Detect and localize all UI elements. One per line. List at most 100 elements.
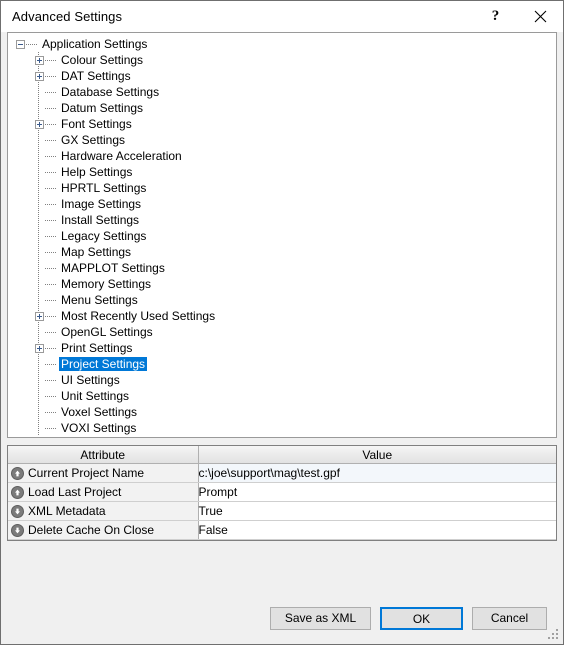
tree-item-label: Project Settings: [59, 357, 148, 371]
title-bar-buttons: ?: [473, 1, 563, 32]
tree-item[interactable]: MAPPLOT Settings: [8, 260, 556, 276]
attribute-cell[interactable]: Current Project Name: [8, 463, 199, 483]
tree-item[interactable]: UI Settings: [8, 372, 556, 388]
table-row[interactable]: XML Metadata True: [8, 501, 556, 521]
attribute-cell[interactable]: XML Metadata: [8, 501, 199, 521]
tree-item[interactable]: Legacy Settings: [8, 228, 556, 244]
tree-connector-line: [45, 91, 57, 93]
tree-connector-line: [45, 427, 57, 429]
attribute-table-panel[interactable]: Attribute Value Current Project Name c:\j…: [7, 445, 557, 541]
tree-item[interactable]: Application Settings: [8, 36, 556, 52]
expand-plus-icon[interactable]: [35, 55, 44, 65]
tree-connector-line: [45, 347, 57, 349]
tree-connector-line: [45, 331, 57, 333]
tree-connector-line: [45, 267, 57, 269]
tree-connector-line: [45, 411, 57, 413]
tree-item-label: MAPPLOT Settings: [61, 261, 165, 275]
tree-item[interactable]: Voxel Settings: [8, 404, 556, 420]
column-header-value[interactable]: Value: [198, 446, 556, 464]
tree-item[interactable]: Datum Settings: [8, 100, 556, 116]
tree-item[interactable]: Hardware Acceleration: [8, 148, 556, 164]
resize-grip-icon[interactable]: [548, 629, 560, 641]
tree-item[interactable]: GX Settings: [8, 132, 556, 148]
tree-item[interactable]: Image Settings: [8, 196, 556, 212]
tree-item-label: Print Settings: [61, 341, 133, 355]
cancel-button[interactable]: Cancel: [472, 606, 547, 630]
table-row[interactable]: Load Last Project Prompt: [8, 482, 556, 502]
attribute-cell-content: Load Last Project: [8, 483, 198, 501]
expand-plus-icon[interactable]: [35, 119, 44, 129]
tree-item[interactable]: Project Settings: [8, 356, 556, 372]
tree-item[interactable]: HPRTL Settings: [8, 180, 556, 196]
tree-item[interactable]: Most Recently Used Settings: [8, 308, 556, 324]
window-title: Advanced Settings: [12, 9, 123, 24]
tree-item-label: Memory Settings: [61, 277, 152, 291]
tree-item-label: Datum Settings: [61, 101, 144, 115]
table-row[interactable]: Current Project Name c:\joe\support\mag\t…: [8, 463, 556, 483]
tree-item-label: Voxel Settings: [61, 405, 138, 419]
up-arrow-badge-icon: [11, 466, 24, 480]
tree-item-label: Help Settings: [61, 165, 133, 179]
tree-item-label: Font Settings: [61, 117, 132, 131]
tree-item[interactable]: Colour Settings: [8, 52, 556, 68]
tree-item[interactable]: Memory Settings: [8, 276, 556, 292]
tree-item[interactable]: Menu Settings: [8, 292, 556, 308]
attribute-cell[interactable]: Delete Cache On Close: [8, 520, 199, 540]
tree-item[interactable]: Font Settings: [8, 116, 556, 132]
tree-item-label: Unit Settings: [61, 389, 130, 403]
expand-plus-icon[interactable]: [35, 343, 44, 353]
tree-connector-line: [45, 123, 57, 125]
value-cell[interactable]: c:\joe\support\mag\test.gpf: [198, 463, 556, 483]
value-cell[interactable]: Prompt: [198, 482, 556, 502]
attribute-cell-content: Current Project Name: [8, 464, 198, 482]
tree-item-label: HPRTL Settings: [61, 181, 147, 195]
down-arrow-badge-icon: [11, 523, 24, 537]
close-button[interactable]: [518, 1, 563, 32]
tree-connector-line: [45, 75, 57, 77]
tree-item[interactable]: Map Settings: [8, 244, 556, 260]
title-bar: Advanced Settings ?: [1, 1, 563, 32]
tree-item-label: Colour Settings: [61, 53, 144, 67]
attribute-label: Load Last Project: [28, 485, 122, 499]
tree-connector-line: [45, 107, 57, 109]
tree-connector-line: [45, 203, 57, 205]
tree-connector-line: [45, 395, 57, 397]
tree-connector-line: [45, 219, 57, 221]
tree-connector-line: [45, 139, 57, 141]
ok-button[interactable]: OK: [380, 606, 463, 630]
value-cell[interactable]: False: [198, 520, 556, 540]
tree-item[interactable]: Unit Settings: [8, 388, 556, 404]
tree-connector-line: [45, 315, 57, 317]
tree-item[interactable]: Print Settings: [8, 340, 556, 356]
tree-item[interactable]: OpenGL Settings: [8, 324, 556, 340]
tree-item-label: GX Settings: [61, 133, 126, 147]
column-header-attribute[interactable]: Attribute: [8, 446, 199, 464]
table-header-row: Attribute Value: [8, 446, 556, 464]
tree-item[interactable]: DAT Settings: [8, 68, 556, 84]
question-mark-icon: ?: [491, 8, 500, 24]
tree-connector-line: [45, 299, 57, 301]
save-as-xml-button[interactable]: Save as XML: [270, 606, 371, 630]
tree-item[interactable]: Database Settings: [8, 84, 556, 100]
tree-connector-line: [45, 235, 57, 237]
attribute-cell-content: Delete Cache On Close: [8, 521, 198, 539]
tree-connector-line: [45, 187, 57, 189]
collapse-minus-icon[interactable]: [16, 39, 25, 49]
help-button[interactable]: ?: [473, 1, 518, 32]
value-cell[interactable]: True: [198, 501, 556, 521]
tree-item-label: Database Settings: [61, 85, 160, 99]
tree-item[interactable]: Help Settings: [8, 164, 556, 180]
expand-plus-icon[interactable]: [35, 71, 44, 81]
tree-item[interactable]: Install Settings: [8, 212, 556, 228]
tree-item[interactable]: VOXI Settings: [8, 420, 556, 436]
tree-item-label: Map Settings: [61, 245, 132, 259]
expand-plus-icon[interactable]: [35, 311, 44, 321]
settings-tree-panel[interactable]: Application Settings Colour Settings DAT S…: [7, 32, 557, 438]
attribute-cell[interactable]: Load Last Project: [8, 482, 199, 502]
tree-connector-line: [45, 283, 57, 285]
tree-item-label: Legacy Settings: [61, 229, 147, 243]
tree-item-label: Menu Settings: [61, 293, 138, 307]
table-row[interactable]: Delete Cache On Close False: [8, 520, 556, 540]
tree-item-label: Install Settings: [61, 213, 140, 227]
advanced-settings-dialog: Advanced Settings ? Application Settings…: [0, 0, 564, 645]
